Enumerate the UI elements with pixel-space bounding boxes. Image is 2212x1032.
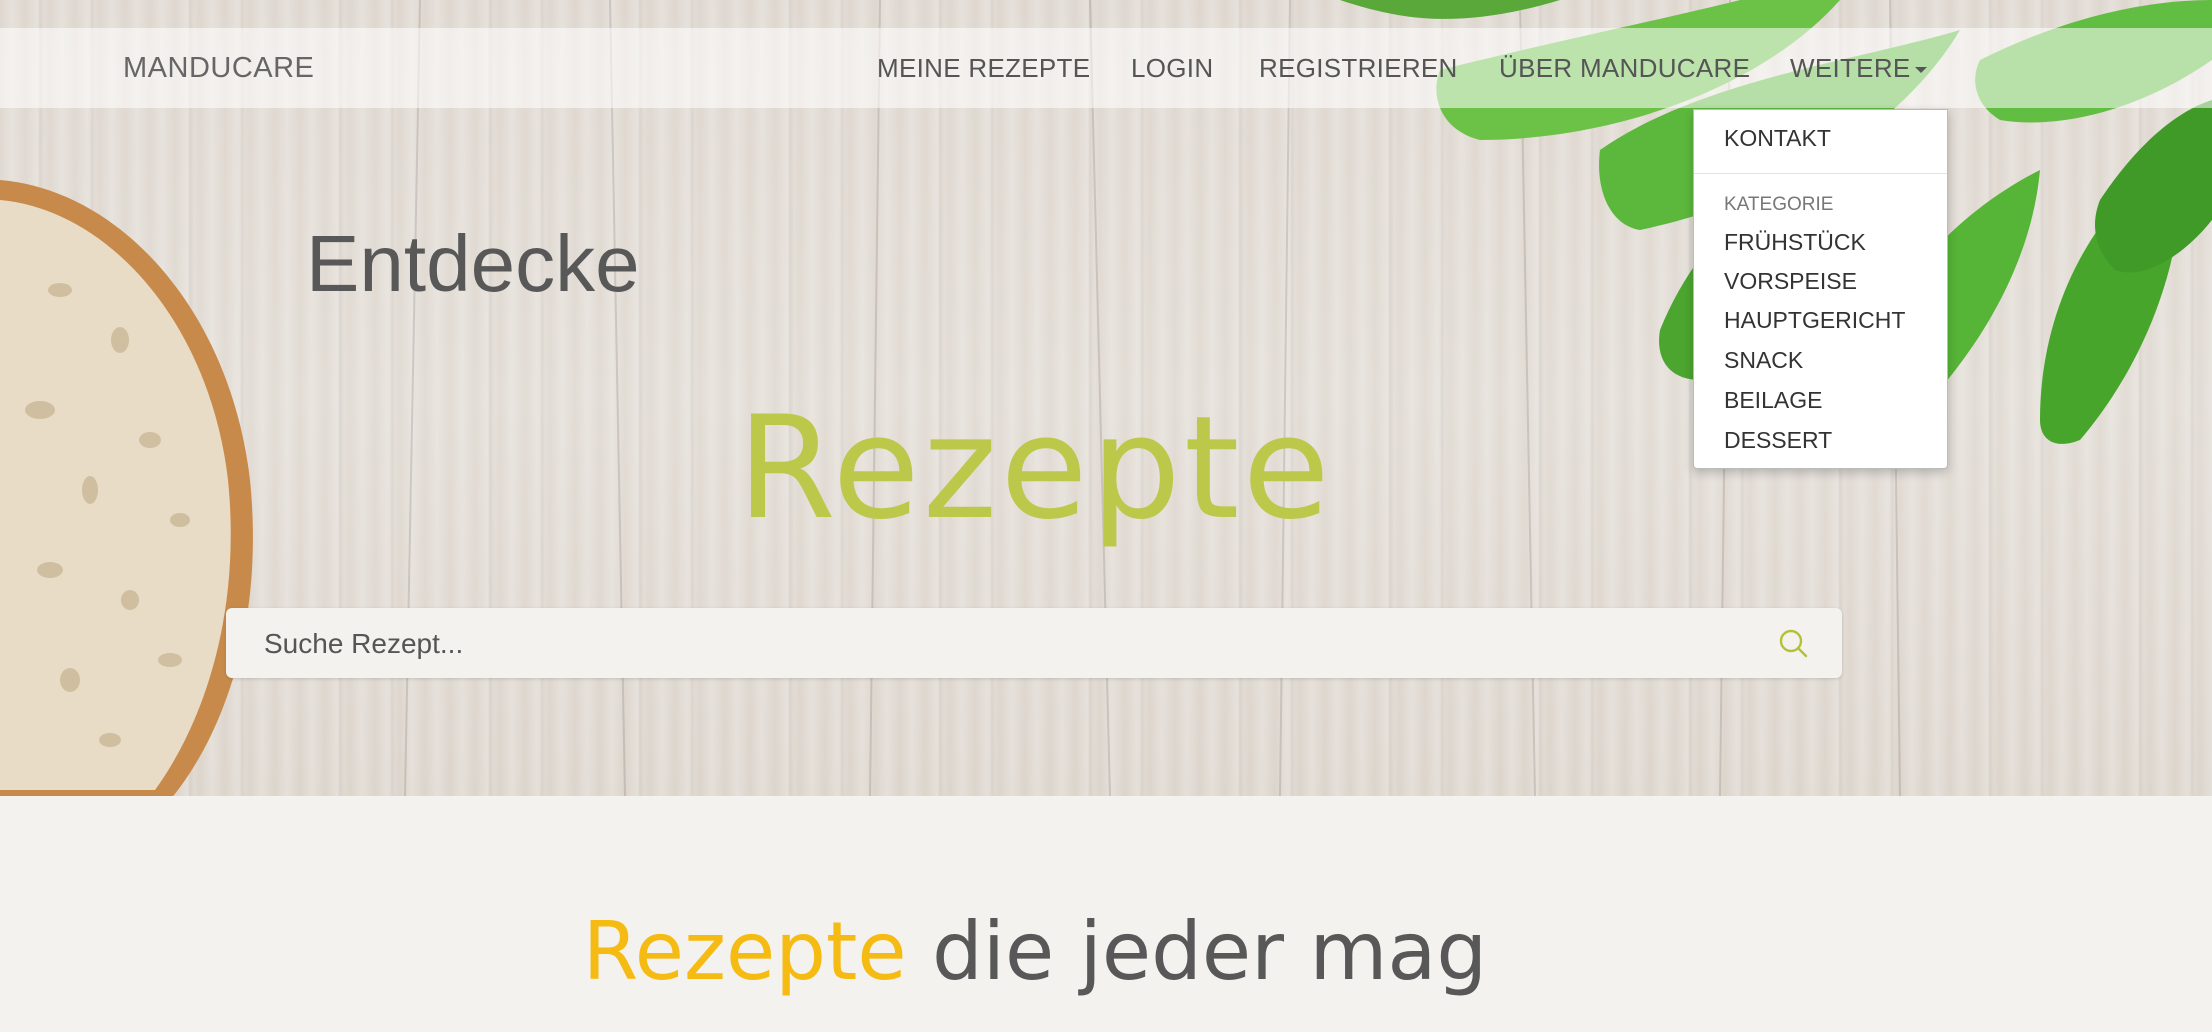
nav-ueber-manducare[interactable]: ÜBER MANDUCARE [1499, 28, 1750, 108]
dropdown-item-dessert[interactable]: DESSERT [1724, 427, 1832, 454]
dropdown-item-kontakt[interactable]: KONTAKT [1724, 125, 1831, 152]
dropdown-item-vorspeise[interactable]: VORSPEISE [1724, 268, 1857, 295]
search-icon[interactable] [1778, 628, 1808, 658]
hero-subtitle: Entdecke [306, 219, 640, 308]
dropdown-header-kategorie: KATEGORIE [1724, 194, 1834, 215]
dropdown-divider [1694, 173, 1947, 174]
section-title-accent: Rezepte [582, 905, 907, 998]
section-title: Rezepte die jeder mag [0, 912, 2070, 992]
nav-registrieren[interactable]: REGISTRIEREN [1259, 28, 1458, 108]
dropdown-item-fruehstueck[interactable]: FRÜHSTÜCK [1724, 229, 1866, 256]
nav-weitere-label: WEITERE [1790, 53, 1911, 83]
navbar: MANDUCARE MEINE REZEPTE LOGIN REGISTRIER… [0, 28, 2212, 108]
nav-meine-rezepte[interactable]: MEINE REZEPTE [877, 28, 1090, 108]
caret-down-icon [1914, 67, 1927, 74]
search-input[interactable] [262, 608, 1746, 680]
dropdown-item-beilage[interactable]: BEILAGE [1724, 387, 1822, 414]
dropdown-item-snack[interactable]: SNACK [1724, 347, 1803, 374]
brand-logo[interactable]: MANDUCARE [123, 28, 314, 108]
search-bar [226, 608, 1842, 680]
section-title-rest: die jeder mag [906, 905, 1488, 998]
dropdown-item-hauptgericht[interactable]: HAUPTGERICHT [1724, 307, 1905, 334]
nav-login[interactable]: LOGIN [1131, 28, 1213, 108]
weitere-dropdown-menu: KONTAKT KATEGORIE FRÜHSTÜCK VORSPEISE HA… [1693, 109, 1948, 469]
nav-weitere[interactable]: WEITERE [1790, 28, 1927, 108]
